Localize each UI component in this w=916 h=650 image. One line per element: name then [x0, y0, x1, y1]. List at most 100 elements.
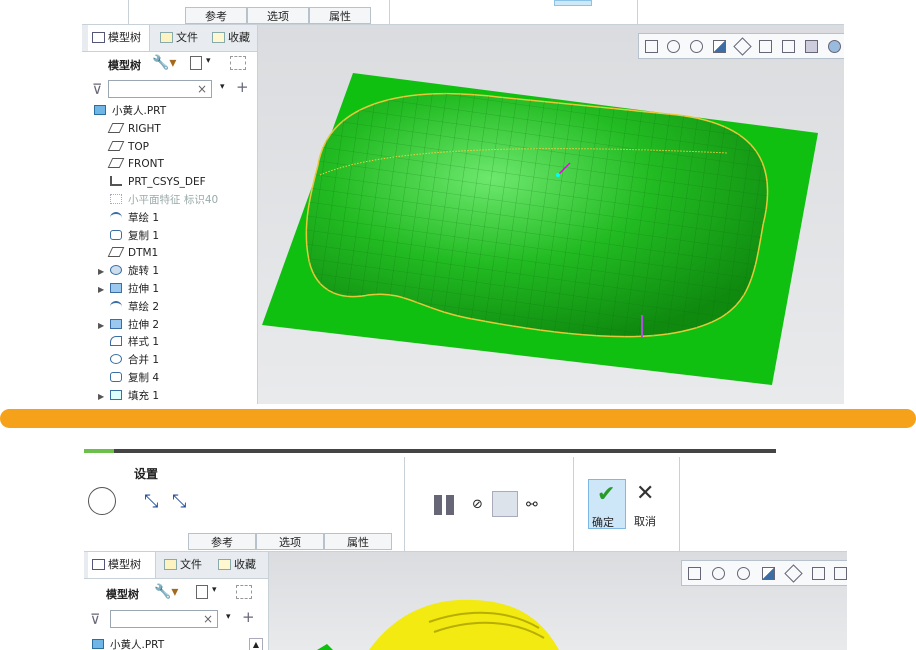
preview-geometry-icon[interactable] — [492, 491, 518, 517]
ok-button-partial[interactable] — [554, 0, 592, 6]
copy-icon — [110, 229, 122, 240]
tree-item[interactable]: ▶ 拉伸 1 — [98, 281, 159, 298]
scroll-up-icon[interactable]: ▲ — [249, 638, 263, 650]
settings-grid-icon[interactable] — [230, 56, 246, 70]
graphics-viewport[interactable] — [258, 25, 844, 404]
copy-icon — [110, 372, 122, 382]
pause-icon-bar2[interactable] — [446, 495, 454, 515]
tree-toolbar-2: 模型树 🔧▾ ▾ — [84, 582, 268, 604]
facet-icon — [110, 194, 122, 204]
tree-item[interactable]: 小平面特征 标识40 — [110, 192, 218, 209]
tab-properties[interactable]: 属性 — [309, 7, 371, 24]
tree-item[interactable]: ▶ 旋转 1 — [98, 263, 159, 280]
tools-icon[interactable]: 🔧▾ — [154, 584, 178, 600]
settings-label: 设置 — [134, 467, 159, 481]
expand-arrow-icon[interactable]: ▶ — [98, 317, 104, 334]
merge-icon — [110, 354, 122, 365]
tree-item[interactable]: FRONT — [107, 156, 164, 173]
tab-references[interactable]: 参考 — [185, 7, 247, 24]
tree-item-label: FRONT — [128, 158, 164, 171]
tree-tabs-2: 模型树 文件 收藏 — [84, 552, 268, 579]
verify-glasses-icon[interactable]: ⚯ — [526, 497, 538, 513]
ok-button[interactable]: ✔ 确定 — [588, 479, 626, 529]
tree-item[interactable]: 复制 4 — [110, 370, 159, 387]
extrude-icon — [110, 318, 122, 329]
flip-side-icon[interactable]: ⤡ — [172, 491, 186, 512]
favorites-icon — [212, 32, 225, 43]
tree-item-label: 拉伸 2 — [128, 318, 160, 331]
tree-item[interactable]: ▶ 拉伸 2 — [98, 317, 160, 334]
clear-icon[interactable]: × — [203, 612, 213, 626]
tree-item[interactable]: PRT_CSYS_DEF — [110, 174, 206, 191]
graphics-viewport-2[interactable] — [269, 552, 847, 650]
feature-type-icon — [88, 487, 116, 515]
tree-item[interactable]: DTM1 — [107, 245, 158, 262]
cancel-button[interactable]: ✕ 取消 — [632, 479, 662, 529]
tree-item-label: RIGHT — [128, 122, 161, 135]
model-tree-icon — [92, 559, 105, 570]
tab-favorites[interactable]: 收藏 — [208, 25, 258, 51]
tree-item-label: 样式 1 — [128, 336, 160, 349]
add-icon[interactable]: + — [242, 608, 255, 626]
checkmark-icon: ✔ — [597, 482, 616, 507]
filter-dropdown-icon[interactable]: ▾ — [220, 82, 225, 92]
tree-item-root[interactable]: 小黄人.PRT — [92, 637, 164, 650]
chevron-down-icon[interactable]: ▾ — [206, 56, 211, 66]
filter-dropdown-icon[interactable]: ▾ — [226, 612, 231, 622]
filter-icon: ⊽ — [90, 612, 101, 628]
chevron-down-icon[interactable]: ▾ — [212, 585, 217, 595]
top-screenshot: 参考 选项 属性 模型树 文件 收藏 模型树 🔧▾ ▾ ⊽ × ▾ + 小黄人.… — [82, 0, 844, 404]
model-yellow-surface — [317, 599, 559, 650]
datum-plane-icon — [107, 140, 125, 151]
tree-item[interactable]: ▶ 填充 1 — [98, 388, 160, 404]
tree-item[interactable]: 复制 1 — [110, 228, 159, 245]
tree-item-label: 合并 1 — [128, 354, 160, 367]
tree-item[interactable]: TOP — [107, 139, 149, 156]
tree-item[interactable]: 小黄人.PRT — [94, 103, 166, 120]
folder-icon — [160, 32, 173, 43]
tree-item[interactable]: RIGHT — [107, 121, 161, 138]
tree-item-label: 小平面特征 标识40 — [128, 194, 219, 206]
tab-files[interactable]: 文件 — [156, 25, 204, 51]
tree-item[interactable]: 草绘 2 — [110, 299, 159, 316]
tab-files-2[interactable]: 文件 — [160, 552, 208, 578]
ribbon-area: 参考 选项 属性 — [82, 0, 844, 25]
tab-favorites-2[interactable]: 收藏 — [214, 552, 268, 578]
expand-arrow-icon[interactable]: ▶ — [98, 281, 104, 298]
sketch-icon — [110, 300, 122, 311]
model-green-surface — [262, 73, 818, 385]
list-view-icon[interactable] — [196, 585, 208, 599]
fill-icon — [110, 389, 122, 400]
style-icon — [110, 336, 122, 347]
expand-arrow-icon[interactable]: ▶ — [98, 388, 104, 404]
add-icon[interactable]: + — [236, 78, 249, 96]
tree-item[interactable]: 合并 1 — [110, 352, 159, 369]
folder-icon — [164, 559, 177, 570]
clear-icon[interactable]: × — [197, 82, 207, 96]
tree-tabs: 模型树 文件 收藏 — [82, 25, 257, 52]
tree-filter-input-2[interactable]: × — [110, 610, 218, 628]
tab-options-2[interactable]: 选项 — [256, 533, 324, 550]
tree-item-label: 复制 4 — [128, 372, 160, 384]
tab-model-tree[interactable]: 模型树 — [88, 25, 150, 51]
list-view-icon[interactable] — [190, 56, 202, 70]
tools-icon[interactable]: 🔧▾ — [152, 55, 176, 71]
no-preview-icon[interactable]: ⊘ — [472, 497, 483, 512]
pause-icon-bar1[interactable] — [434, 495, 442, 515]
tree-item[interactable]: 草绘 1 — [110, 210, 159, 227]
filter-icon: ⊽ — [92, 82, 103, 98]
datum-plane-icon — [107, 158, 125, 169]
tree-item-label: 复制 1 — [128, 229, 160, 242]
tree-filter-input[interactable]: × — [108, 80, 212, 98]
tab-model-tree-2[interactable]: 模型树 — [88, 552, 156, 578]
datum-plane-icon — [107, 122, 125, 133]
tree-item[interactable]: 样式 1 — [110, 334, 159, 351]
settings-grid-icon[interactable] — [236, 585, 252, 599]
tab-properties-2[interactable]: 属性 — [324, 533, 392, 550]
expand-arrow-icon[interactable]: ▶ — [98, 263, 104, 280]
tree-item-label: 填充 1 — [128, 389, 160, 402]
flip-direction-icon[interactable]: ⤡ — [144, 491, 158, 512]
tab-options[interactable]: 选项 — [247, 7, 309, 24]
part-icon — [94, 105, 106, 115]
tab-references-2[interactable]: 参考 — [188, 533, 256, 550]
